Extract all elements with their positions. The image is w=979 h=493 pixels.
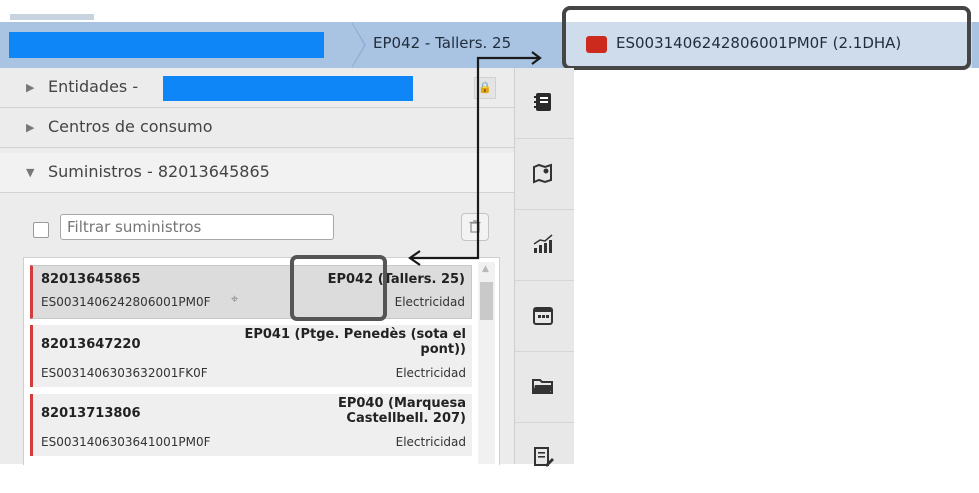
annotation-arrow <box>408 51 542 266</box>
